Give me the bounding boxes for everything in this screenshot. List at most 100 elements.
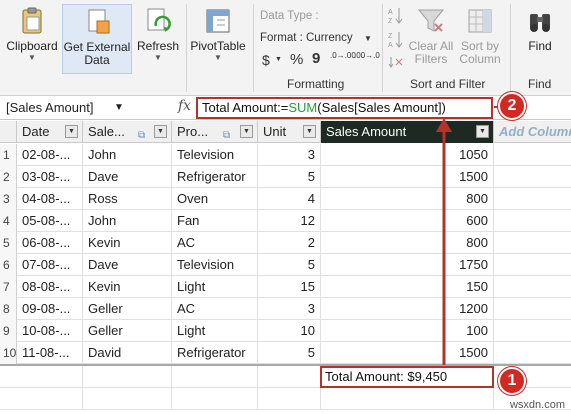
cell-product[interactable]: Television [172, 254, 258, 276]
cell-add-column[interactable] [494, 232, 571, 254]
formula-input[interactable]: Total Amount:=SUM(Sales[Sales Amount]) [196, 97, 493, 119]
cell-add-column[interactable] [494, 254, 571, 276]
refresh-button[interactable]: Refresh ▼ [134, 6, 182, 63]
clear-all-filters-button[interactable]: Clear All Filters [408, 6, 454, 66]
table-row[interactable]: 10 11-08-... David Refrigerator 5 1500 [0, 342, 571, 364]
cell-amount[interactable]: 800 [321, 232, 494, 254]
cell-seller[interactable]: John [83, 144, 172, 166]
decrease-decimal-button[interactable]: .00→.0 [354, 51, 380, 60]
cell-seller[interactable]: Dave [83, 166, 172, 188]
row-number[interactable]: 5 [0, 232, 17, 254]
column-header-product[interactable]: Pro... ⧉ ▼ [172, 121, 258, 143]
pivottable-button[interactable]: PivotTable ▼ [188, 6, 248, 63]
cell-product[interactable]: AC [172, 298, 258, 320]
row-number[interactable]: 6 [0, 254, 17, 276]
row-number[interactable]: 4 [0, 210, 17, 232]
currency-button[interactable]: $ [262, 52, 270, 68]
cell-date[interactable]: 05-08-... [17, 210, 83, 232]
cell-add-column[interactable] [494, 210, 571, 232]
clipboard-button[interactable]: Clipboard ▼ [4, 6, 60, 63]
table-row[interactable]: 8 09-08-... Geller AC 3 1200 [0, 298, 571, 320]
column-header-sales-amount[interactable]: Sales Amount ▼ [321, 121, 494, 143]
cell-product[interactable]: Refrigerator [172, 342, 258, 364]
cell-add-column[interactable] [494, 276, 571, 298]
calc-cell[interactable] [83, 388, 172, 410]
row-number[interactable]: 10 [0, 342, 17, 364]
table-row[interactable]: 6 07-08-... Dave Television 5 1750 [0, 254, 571, 276]
total-amount-measure-cell[interactable]: Total Amount: $9,450 [320, 366, 494, 388]
filter-dropdown-icon[interactable]: ▼ [476, 125, 489, 138]
table-row[interactable]: 9 10-08-... Geller Light 10 100 [0, 320, 571, 342]
cell-unit[interactable]: 15 [258, 276, 321, 298]
row-number[interactable]: 9 [0, 320, 17, 342]
cell-add-column[interactable] [494, 320, 571, 342]
cell-add-column[interactable] [494, 342, 571, 364]
cell-seller[interactable]: Ross [83, 188, 172, 210]
cell-product[interactable]: Fan [172, 210, 258, 232]
table-row[interactable]: 5 06-08-... Kevin AC 2 800 [0, 232, 571, 254]
sort-za-icon[interactable]: ZA [388, 30, 404, 55]
cell-seller[interactable]: John [83, 210, 172, 232]
cell-unit[interactable]: 10 [258, 320, 321, 342]
cell-add-column[interactable] [494, 188, 571, 210]
cell-date[interactable]: 02-08-... [17, 144, 83, 166]
cell-date[interactable]: 04-08-... [17, 188, 83, 210]
get-external-data-button[interactable]: Get External Data [62, 4, 132, 74]
cell-amount[interactable]: 100 [321, 320, 494, 342]
calc-cell[interactable] [0, 388, 83, 410]
cell-amount[interactable]: 150 [321, 276, 494, 298]
cell-date[interactable]: 11-08-... [17, 342, 83, 364]
row-number[interactable]: 3 [0, 188, 17, 210]
cell-date[interactable]: 09-08-... [17, 298, 83, 320]
cell-date[interactable]: 06-08-... [17, 232, 83, 254]
percent-button[interactable]: % [290, 51, 303, 68]
cell-product[interactable]: Oven [172, 188, 258, 210]
cell-amount[interactable]: 1500 [321, 342, 494, 364]
filter-dropdown-icon[interactable]: ▼ [303, 125, 316, 138]
cell-product[interactable]: Refrigerator [172, 166, 258, 188]
calc-cell[interactable] [83, 366, 172, 388]
calc-cell[interactable] [258, 366, 321, 388]
calc-cell[interactable] [172, 388, 258, 410]
cell-product[interactable]: Television [172, 144, 258, 166]
cell-unit[interactable]: 2 [258, 232, 321, 254]
table-row[interactable]: 2 03-08-... Dave Refrigerator 5 1500 [0, 166, 571, 188]
calc-cell[interactable] [321, 388, 494, 410]
filter-dropdown-icon[interactable]: ▼ [154, 125, 167, 138]
table-row[interactable]: 4 05-08-... John Fan 12 600 [0, 210, 571, 232]
table-row[interactable]: 3 04-08-... Ross Oven 4 800 [0, 188, 571, 210]
cell-date[interactable]: 08-08-... [17, 276, 83, 298]
cell-seller[interactable]: Dave [83, 254, 172, 276]
chevron-down-icon[interactable]: ▼ [114, 98, 124, 118]
cell-unit[interactable]: 5 [258, 166, 321, 188]
column-header-date[interactable]: Date ▼ [17, 121, 83, 143]
cell-unit[interactable]: 5 [258, 254, 321, 276]
select-all-corner[interactable] [0, 121, 17, 143]
cell-add-column[interactable] [494, 298, 571, 320]
cell-unit[interactable]: 4 [258, 188, 321, 210]
cell-amount[interactable]: 600 [321, 210, 494, 232]
row-number[interactable]: 1 [0, 144, 17, 166]
table-row[interactable]: 1 02-08-... John Television 3 1050 [0, 144, 571, 166]
cell-add-column[interactable] [494, 144, 571, 166]
cell-amount[interactable]: 1050 [321, 144, 494, 166]
cell-seller[interactable]: Geller [83, 320, 172, 342]
cell-date[interactable]: 07-08-... [17, 254, 83, 276]
cell-date[interactable]: 03-08-... [17, 166, 83, 188]
row-number[interactable]: 8 [0, 298, 17, 320]
table-row[interactable]: 7 08-08-... Kevin Light 15 150 [0, 276, 571, 298]
cell-seller[interactable]: David [83, 342, 172, 364]
find-button[interactable]: Find [518, 6, 562, 53]
calc-cell[interactable] [172, 366, 258, 388]
clear-sort-icon[interactable] [388, 54, 404, 75]
row-number[interactable]: 2 [0, 166, 17, 188]
name-box[interactable]: [Sales Amount] ▼ [2, 98, 172, 118]
comma-style-button[interactable]: 9 [312, 50, 320, 67]
format-dropdown[interactable]: Format : Currency [260, 32, 353, 44]
data-type-dropdown[interactable]: Data Type : [260, 10, 319, 22]
cell-amount[interactable]: 1200 [321, 298, 494, 320]
increase-decimal-button[interactable]: .0→.00 [330, 51, 356, 60]
cell-amount[interactable]: 1500 [321, 166, 494, 188]
calc-cell[interactable] [258, 388, 321, 410]
add-column-header[interactable]: Add Column [494, 121, 571, 143]
